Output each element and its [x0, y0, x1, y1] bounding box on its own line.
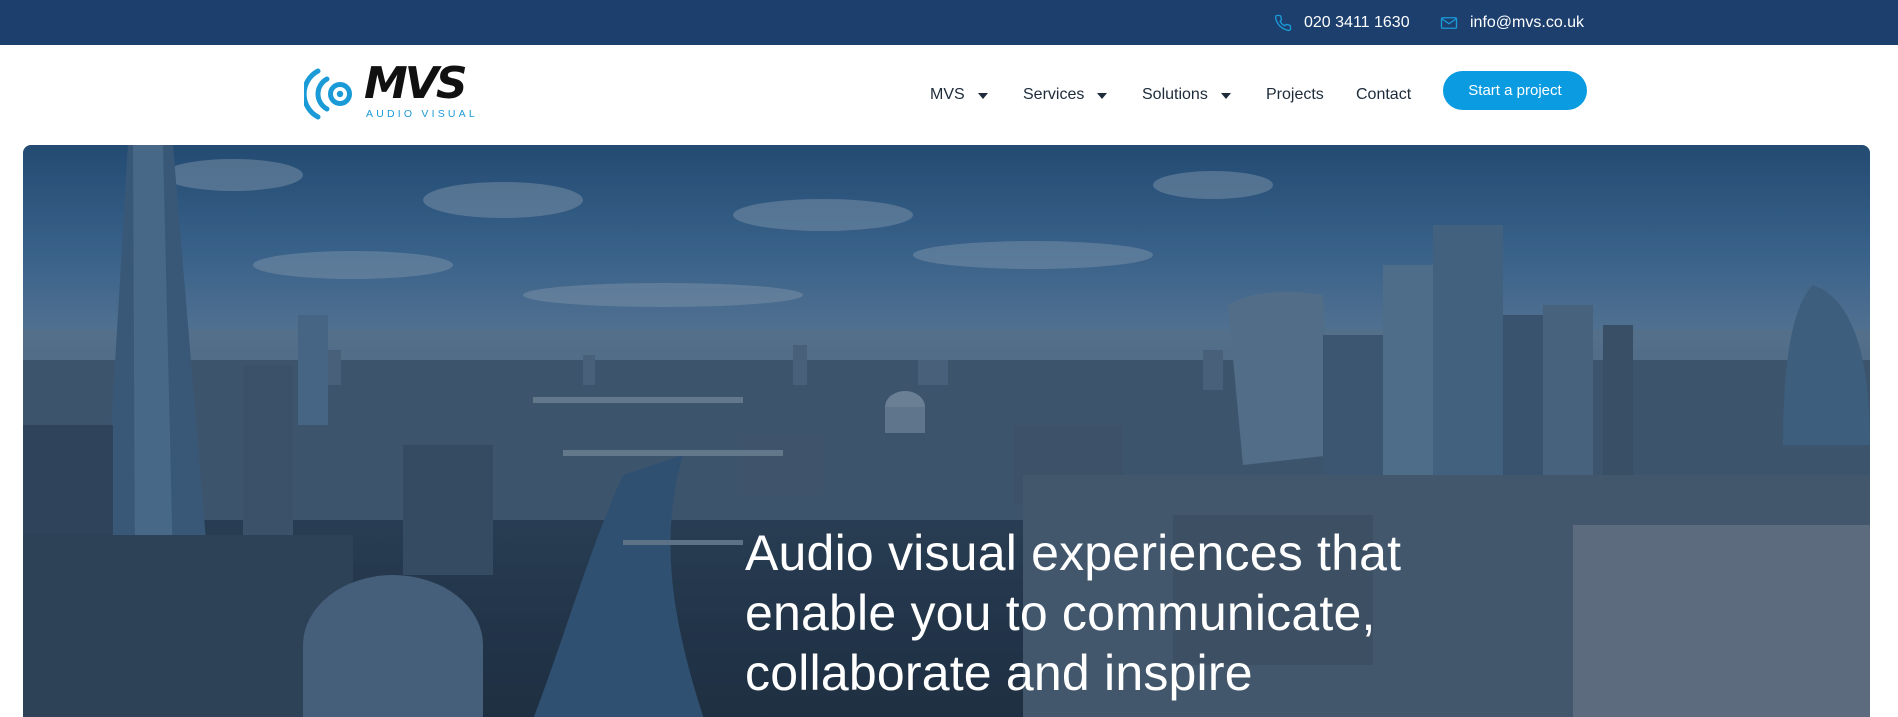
mvs-logo[interactable]: MVS AUDIO VISUAL — [304, 59, 475, 125]
phone-icon — [1274, 14, 1292, 32]
nav-item-projects[interactable]: Projects — [1266, 45, 1324, 145]
caret-down-icon — [977, 93, 988, 99]
nav-item-label: MVS — [930, 86, 965, 103]
hero-headline-line: collaborate and inspire — [745, 645, 1253, 701]
logo-tagline: AUDIO VISUAL — [366, 108, 478, 120]
hero-headline-line: Audio visual experiences that — [745, 525, 1402, 581]
nav-item-contact[interactable]: Contact — [1356, 45, 1411, 145]
email-address: info@mvs.co.uk — [1470, 13, 1585, 31]
nav-item-label: Solutions — [1142, 86, 1208, 103]
nav-item-services[interactable]: Services — [1023, 45, 1108, 145]
nav-item-label: Services — [1023, 86, 1085, 103]
phone-link[interactable]: 020 3411 1630 — [1274, 0, 1410, 45]
caret-down-icon — [1220, 93, 1231, 99]
nav-item-mvs[interactable]: MVS — [930, 45, 988, 145]
caret-down-icon — [1097, 93, 1108, 99]
phone-number: 020 3411 1630 — [1304, 13, 1410, 31]
sound-waves-icon — [304, 68, 352, 120]
site-header: MVS AUDIO VISUAL MVS Services Solutions … — [0, 45, 1898, 145]
hero-headline: Audio visual experiences that enable you… — [745, 523, 1505, 703]
hero-headline-line: enable you to communicate, — [745, 585, 1376, 641]
email-link[interactable]: info@mvs.co.uk — [1440, 0, 1584, 45]
logo-wordmark: MVS — [364, 58, 468, 109]
start-project-button[interactable]: Start a project — [1443, 71, 1587, 110]
nav-item-label: Contact — [1356, 86, 1412, 103]
hero-banner: Audio visual experiences that enable you… — [23, 145, 1870, 717]
nav-item-label: Projects — [1266, 86, 1324, 103]
top-contact-bar: 020 3411 1630 info@mvs.co.uk — [0, 0, 1898, 45]
mail-icon — [1440, 15, 1458, 31]
nav-item-solutions[interactable]: Solutions — [1142, 45, 1231, 145]
